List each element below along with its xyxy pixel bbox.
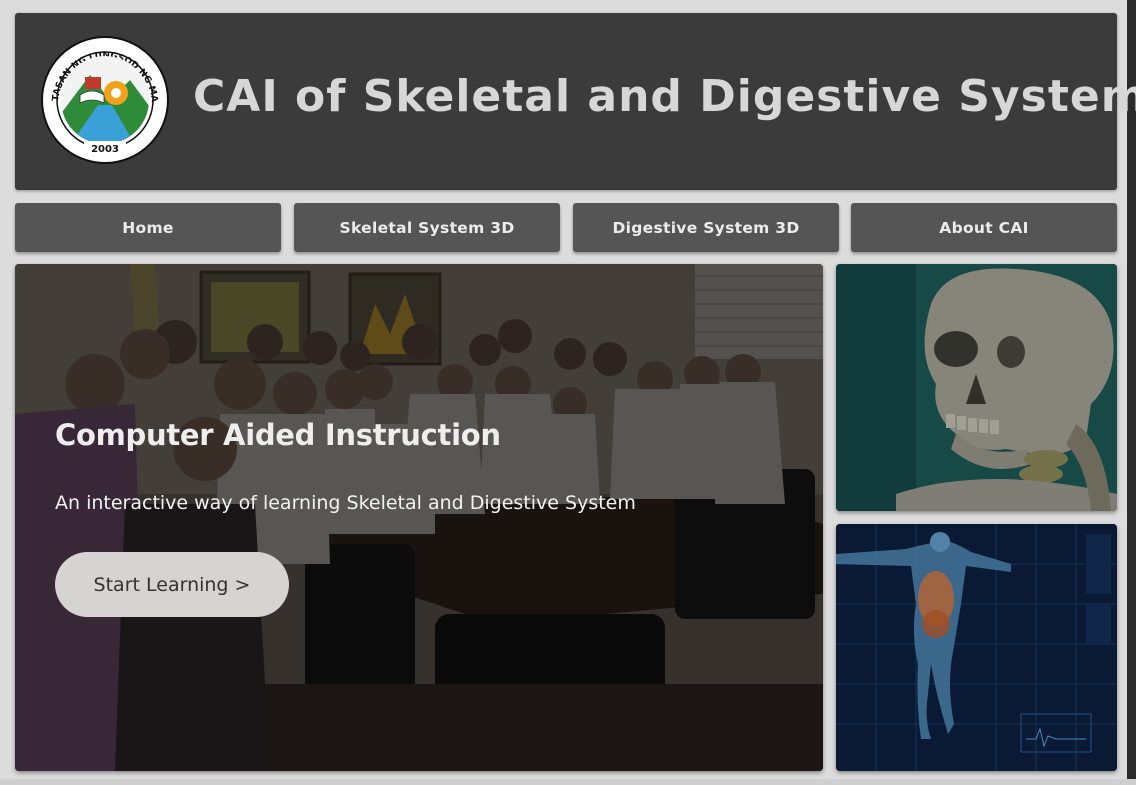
nav-home-label: Home [122,218,174,237]
hero-subtitle: An interactive way of learning Skeletal … [55,492,636,514]
nav-home-button[interactable]: Home [15,203,281,252]
nav-digestive-3d-button[interactable]: Digestive System 3D [573,203,839,252]
nav-skeletal-3d-button[interactable]: Skeletal System 3D [294,203,560,252]
digestive-system-image-card[interactable] [836,524,1117,771]
university-logo: PAMANTASAN NG LUNGSOD NG MARIKINA 2003 [40,35,169,164]
start-learning-button[interactable]: Start Learning > [55,552,289,617]
hero-title: Computer Aided Instruction [55,418,501,452]
hero-dark-overlay [15,264,823,771]
digestive-body-illustration [836,524,1117,771]
skeleton-illustration [836,264,1117,511]
nav-about-button[interactable]: About CAI [851,203,1117,252]
hero-banner: Computer Aided Instruction An interactiv… [15,264,823,771]
logo-year: 2003 [91,144,119,155]
window-frame-bottom [0,779,1136,785]
nav-skeletal-3d-label: Skeletal System 3D [339,218,515,237]
nav-digestive-3d-label: Digestive System 3D [612,218,800,237]
skeletal-system-image-card[interactable] [836,264,1117,511]
page-title: CAI of Skeletal and Digestive System [193,71,1136,122]
nav-about-label: About CAI [939,218,1029,237]
site-header: PAMANTASAN NG LUNGSOD NG MARIKINA 2003 C… [15,13,1136,190]
